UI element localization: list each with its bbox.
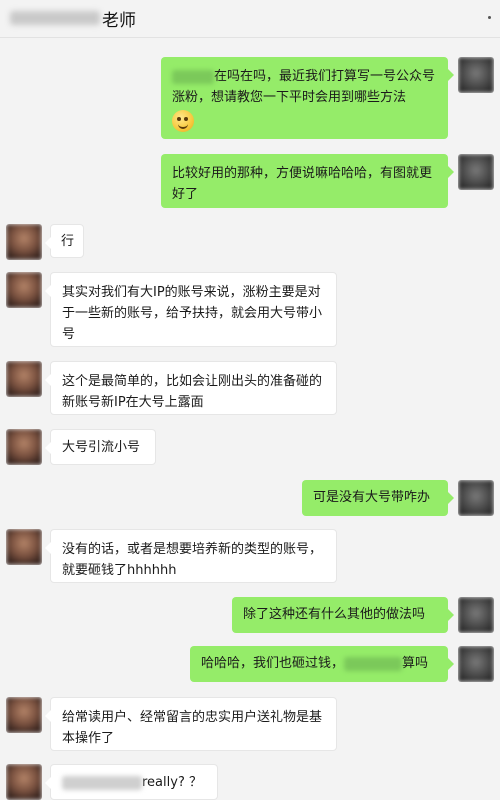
avatar[interactable] [6, 429, 42, 465]
avatar[interactable] [458, 480, 494, 516]
avatar[interactable] [6, 697, 42, 733]
message-text: 算吗 [402, 656, 429, 671]
avatar[interactable] [6, 764, 42, 800]
message-text: 除了这种还有什么其他的做法吗 [243, 607, 426, 622]
message-bubble[interactable]: 比较好用的那种，方便说嘛哈哈哈，有图就更好了 [161, 154, 454, 208]
avatar[interactable] [458, 646, 494, 682]
avatar[interactable] [458, 154, 494, 190]
message-text: 大号引流小号 [62, 440, 141, 455]
message-bubble[interactable]: 大号引流小号 [45, 429, 156, 465]
grimacing-emoji-icon [172, 110, 194, 132]
message-bubble[interactable]: 给常读用户、经常留言的忠实用户送礼物是基本操作了 [45, 697, 337, 751]
avatar[interactable] [458, 57, 494, 93]
message-bubble[interactable]: 除了这种还有什么其他的做法吗 [232, 597, 454, 633]
message-text: 哈哈哈，我们也砸过钱， [201, 656, 345, 671]
more-dots-icon[interactable] [488, 16, 492, 20]
avatar[interactable] [6, 272, 42, 308]
message-bubble[interactable]: really? ？ [45, 764, 218, 800]
message-bubble[interactable]: 在吗在吗，最近我们打算写一号公众号涨粉，想请教您一下平时会用到哪些方法 [161, 57, 454, 139]
redacted-name [172, 69, 214, 84]
message-bubble[interactable]: 行 [45, 224, 84, 258]
message-bubble[interactable]: 没有的话，或者是想要培养新的类型的账号，就要砸钱了hhhhhh [45, 529, 337, 583]
redacted-name [10, 11, 100, 25]
chat-title: 老师 [10, 7, 136, 31]
message-bubble[interactable]: 哈哈哈，我们也砸过钱， 算吗 [190, 646, 454, 682]
redacted-text [344, 656, 403, 671]
message-text: really? ？ [142, 775, 202, 790]
avatar[interactable] [6, 361, 42, 397]
chat-title-suffix: 老师 [102, 10, 136, 31]
message-bubble[interactable]: 可是没有大号带咋办 [302, 480, 454, 516]
message-text: 这个是最简单的，比如会让刚出头的准备碰的新账号新IP在大号上露面 [62, 374, 323, 410]
message-text: 比较好用的那种，方便说嘛哈哈哈，有图就更好了 [172, 166, 433, 202]
chat-header: 老师 [0, 0, 500, 38]
message-text: 给常读用户、经常留言的忠实用户送礼物是基本操作了 [62, 710, 323, 746]
avatar[interactable] [6, 529, 42, 565]
message-text: 可是没有大号带咋办 [313, 490, 431, 505]
message-text: 没有的话，或者是想要培养新的类型的账号，就要砸钱了hhhhhh [62, 542, 323, 578]
message-text: 行 [61, 234, 75, 249]
message-bubble[interactable]: 其实对我们有大IP的账号来说，涨粉主要是对于一些新的账号，给予扶持，就会用大号带… [45, 272, 337, 347]
redacted-text [62, 775, 142, 790]
avatar[interactable] [458, 597, 494, 633]
message-text: 其实对我们有大IP的账号来说，涨粉主要是对于一些新的账号，给予扶持，就会用大号带… [62, 285, 323, 342]
avatar[interactable] [6, 224, 42, 260]
message-bubble[interactable]: 这个是最简单的，比如会让刚出头的准备碰的新账号新IP在大号上露面 [45, 361, 337, 415]
